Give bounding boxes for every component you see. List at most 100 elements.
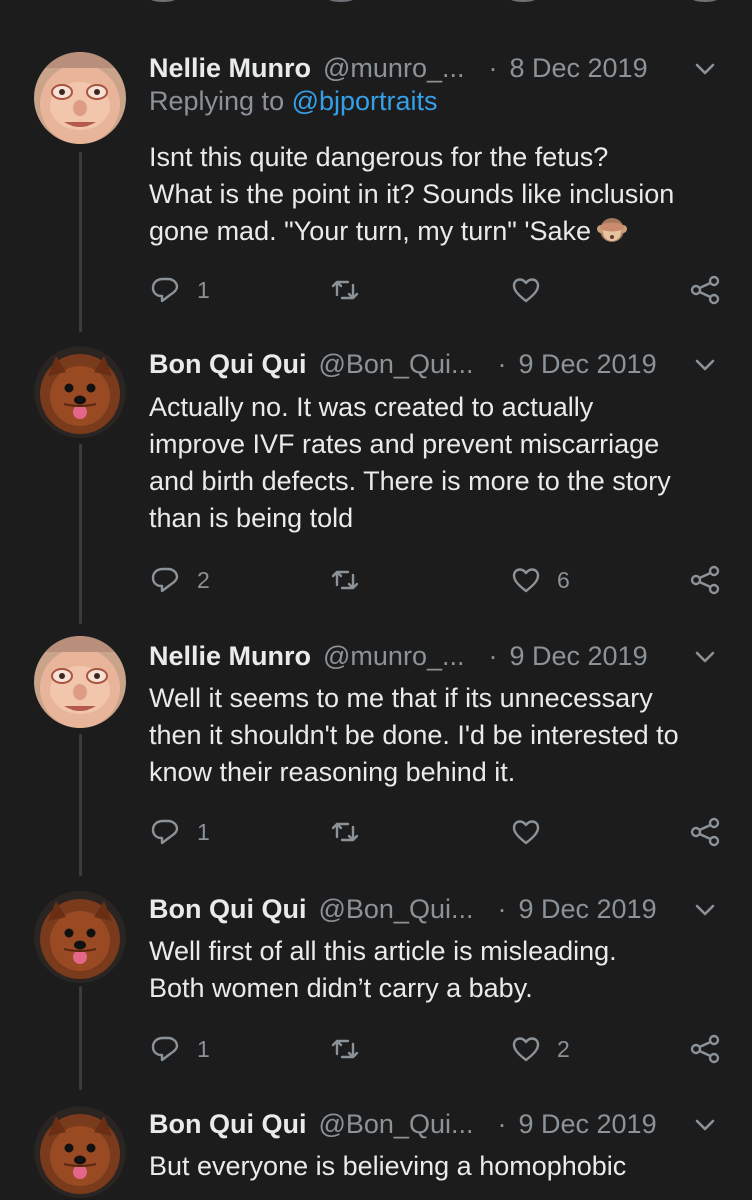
- reply-icon: [151, 567, 179, 593]
- chevron-down-icon[interactable]: [692, 56, 718, 82]
- tweet-date[interactable]: 8 Dec 2019: [509, 53, 647, 84]
- replying-to: Replying to @bjportraits: [149, 86, 438, 117]
- reply-count: 1: [197, 276, 210, 303]
- retweet-icon: [331, 1039, 359, 1059]
- display-name[interactable]: Bon Qui Qui: [149, 894, 306, 925]
- chevron-down-icon[interactable]: [692, 1112, 718, 1138]
- tweet-text-line: Well first of all this article is mislea…: [149, 936, 617, 966]
- reply-icon: [151, 819, 179, 845]
- share-icon: [690, 565, 720, 595]
- tweet-actions: 1 2: [0, 1031, 752, 1067]
- share-button[interactable]: [688, 1031, 722, 1067]
- tweet-text: Well first of all this article is mislea…: [149, 933, 734, 1007]
- chevron-down-icon[interactable]: [692, 644, 718, 670]
- separator-dot: ·: [488, 52, 498, 83]
- user-handle[interactable]: @munro_...: [323, 641, 464, 672]
- retweet-button[interactable]: [328, 814, 362, 850]
- share-icon: [690, 1034, 720, 1064]
- retweet-icon: [331, 280, 359, 300]
- like-icon: [512, 820, 540, 845]
- like-button[interactable]: [509, 814, 543, 850]
- tweet-date[interactable]: 9 Dec 2019: [518, 1109, 656, 1140]
- like-button[interactable]: [509, 272, 543, 308]
- tweet-date[interactable]: 9 Dec 2019: [509, 641, 647, 672]
- tweet-header: Nellie Munro @munro_... · 9 Dec 2019: [149, 636, 648, 676]
- tweet-text-line: Actually no. It was created to actually: [149, 392, 594, 422]
- like-button[interactable]: 6: [509, 562, 570, 598]
- user-handle[interactable]: @Bon_Qui...: [318, 349, 473, 380]
- tweet[interactable]: Bon Qui Qui @Bon_Qui... · 9 Dec 2019 Wel…: [0, 889, 752, 1085]
- tweet-text-line: then it shouldn't be done. I'd be intere…: [149, 720, 679, 750]
- share-icon: [690, 817, 720, 847]
- like-count: 6: [557, 566, 570, 593]
- retweet-icon: [331, 822, 359, 842]
- reply-count: 1: [197, 1035, 210, 1062]
- user-handle[interactable]: @Bon_Qui...: [318, 1109, 473, 1140]
- share-icon: [690, 275, 720, 305]
- user-handle[interactable]: @munro_...: [323, 53, 464, 84]
- avatar[interactable]: [34, 636, 126, 728]
- tweet-date[interactable]: 9 Dec 2019: [518, 894, 656, 925]
- separator-dot: ·: [497, 1108, 507, 1139]
- tweet-actions: 2 6: [0, 562, 752, 598]
- reply-icon: [151, 277, 179, 303]
- tweet-text-line: and birth defects. There is more to the …: [149, 466, 671, 496]
- avatar[interactable]: [34, 346, 126, 438]
- tweet-text: But everyone is believing a homophobic: [149, 1148, 734, 1185]
- like-icon: [512, 568, 540, 593]
- tweet-date[interactable]: 9 Dec 2019: [518, 349, 656, 380]
- chevron-down-icon[interactable]: [692, 352, 718, 378]
- separator-dot: ·: [497, 348, 507, 379]
- user-handle[interactable]: @Bon_Qui...: [318, 894, 473, 925]
- share-button[interactable]: [688, 562, 722, 598]
- avatar[interactable]: [34, 52, 126, 144]
- display-name[interactable]: Nellie Munro: [149, 53, 311, 84]
- tweet-header: Bon Qui Qui @Bon_Qui... · 9 Dec 2019: [149, 1104, 657, 1144]
- see-no-evil-monkey-icon: [597, 218, 628, 242]
- reply-button[interactable]: 1: [149, 1031, 210, 1067]
- tweet-text-line-content: gone mad. "Your turn, my turn" 'Sake: [149, 216, 592, 246]
- reply-button[interactable]: 2: [149, 562, 210, 598]
- like-button[interactable]: 2: [509, 1031, 570, 1067]
- separator-dot: ·: [488, 640, 498, 671]
- tweet-header: Bon Qui Qui @Bon_Qui... · 9 Dec 2019: [149, 889, 657, 929]
- retweet-button[interactable]: [328, 272, 362, 308]
- reply-button[interactable]: 1: [149, 272, 210, 308]
- separator-dot: ·: [497, 893, 507, 924]
- like-count: 2: [557, 1035, 570, 1062]
- reply-count: 1: [197, 818, 210, 845]
- tweet[interactable]: Bon Qui Qui @Bon_Qui... · 9 Dec 2019 Act…: [0, 344, 752, 620]
- tweet-text-line: improve IVF rates and prevent miscarriag…: [149, 429, 660, 459]
- retweet-button[interactable]: [328, 1031, 362, 1067]
- reply-count: 2: [197, 566, 210, 593]
- display-name[interactable]: Bon Qui Qui: [149, 1109, 306, 1140]
- tweet-header: Nellie Munro @munro_... · 8 Dec 2019: [149, 48, 648, 88]
- tweet-text: Actually no. It was created to actually …: [149, 389, 734, 537]
- retweet-button[interactable]: [328, 562, 362, 598]
- tweet-text-line: But everyone is believing a homophobic: [149, 1151, 627, 1181]
- share-button[interactable]: [688, 814, 722, 850]
- tweet-text-line: Well it seems to me that if its unnecess…: [149, 683, 653, 713]
- display-name[interactable]: Bon Qui Qui: [149, 349, 306, 380]
- tweet-text-line: Both women didn’t carry a baby.: [149, 973, 533, 1003]
- tweet[interactable]: Bon Qui Qui @Bon_Qui... · 9 Dec 2019 But…: [0, 1104, 752, 1200]
- tweet-text-line: gone mad. "Your turn, my turn" 'Sake: [149, 213, 734, 250]
- chevron-down-icon[interactable]: [692, 897, 718, 923]
- tweet-header: Bon Qui Qui @Bon_Qui... · 9 Dec 2019: [149, 344, 657, 384]
- replying-to-link[interactable]: @bjportraits: [292, 86, 438, 116]
- previous-tweet-actions-clipped: [0, 0, 752, 12]
- tweet-text: Isnt this quite dangerous for the fetus?…: [149, 139, 734, 250]
- display-name[interactable]: Nellie Munro: [149, 641, 311, 672]
- avatar[interactable]: [34, 1106, 126, 1198]
- tweet-text-line: know their reasoning behind it.: [149, 757, 516, 787]
- avatar[interactable]: [34, 891, 126, 983]
- tweet-actions: 1: [0, 272, 752, 308]
- tweet-text-line: Isnt this quite dangerous for the fetus?: [149, 142, 609, 172]
- tweet-text: Well it seems to me that if its unnecess…: [149, 680, 734, 791]
- share-button[interactable]: [688, 272, 722, 308]
- tweet-actions: 1: [0, 814, 752, 850]
- reply-button[interactable]: 1: [149, 814, 210, 850]
- like-icon: [512, 278, 540, 303]
- tweet[interactable]: Nellie Munro @munro_... · 9 Dec 2019 Wel…: [0, 636, 752, 868]
- tweet[interactable]: Nellie Munro @munro_... · 8 Dec 2019 Rep…: [0, 48, 752, 338]
